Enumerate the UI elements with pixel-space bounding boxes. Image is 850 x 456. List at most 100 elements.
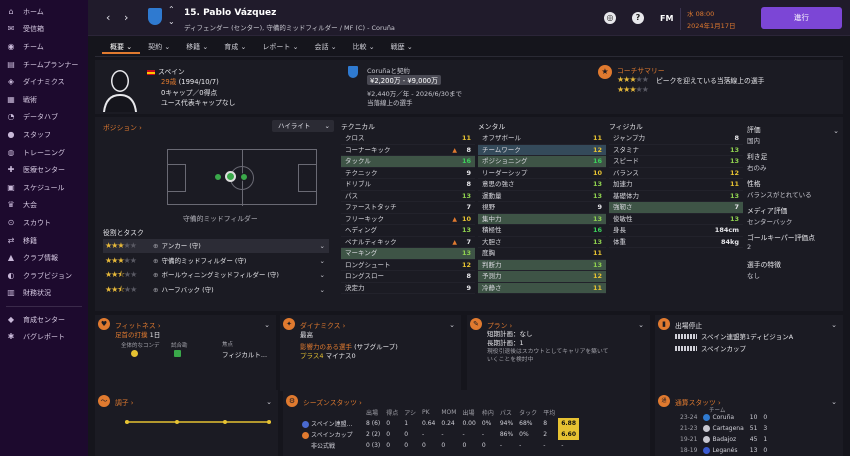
highlight-select[interactable]: ハイライト ⌄ — [272, 120, 334, 132]
traits-label[interactable]: 選手の特徴 — [747, 259, 839, 269]
chevron-down-icon[interactable]: ⌄ — [833, 127, 839, 135]
attribute-row[interactable]: スピード 13 — [609, 156, 743, 168]
chevron-down-icon[interactable]: ⌄ — [320, 268, 325, 282]
sidebar-item-medical[interactable]: ✚ 医療センター — [0, 161, 88, 179]
chevron-down-icon[interactable]: ⌄ — [266, 398, 272, 406]
forward-arrow-icon[interactable]: › — [124, 11, 128, 24]
attribute-row[interactable]: スタミナ 13 — [609, 145, 743, 156]
role-row[interactable]: ★★⯪★★ ⊕ ハーフバック (守) ⌄ — [103, 283, 329, 297]
attribute-row[interactable]: 度胸 11 — [478, 248, 606, 260]
table-row[interactable]: 非公式戦 0 (3) 0 0 0 0 0 0 - - - - — [299, 440, 579, 451]
sidebar-item-planner[interactable]: ▤ チームプランナー — [0, 56, 88, 74]
fm-logo[interactable]: FM — [660, 14, 673, 23]
table-row[interactable]: 21-23 Cartagena 51 3 — [677, 423, 770, 434]
sidebar-item-inbox[interactable]: ✉ 受信箱 — [0, 21, 88, 39]
sidebar-item-tactics[interactable]: ▦ 戦術 — [0, 91, 88, 109]
attribute-row[interactable]: リーダーシップ 10 — [478, 168, 606, 179]
attribute-row[interactable]: フリーキック ▲ 10 — [341, 214, 475, 225]
attribute-row[interactable]: クロス 11 — [341, 133, 475, 145]
back-arrow-icon[interactable]: ‹ — [106, 11, 110, 24]
table-row[interactable]: 23-24 Coruña 10 0 — [677, 412, 770, 423]
role-row[interactable]: ★★★★★ ⊕ 守備的ミッドフィルダー (守) ⌄ — [103, 254, 329, 268]
sidebar-item-club-vision[interactable]: ◐ クラブビジョン — [0, 267, 88, 285]
attribute-row[interactable]: テクニック 9 — [341, 168, 475, 179]
sidebar-item-development[interactable]: ◆ 育成センター — [0, 311, 88, 329]
sidebar-item-trophy[interactable]: ♛ 大会 — [0, 197, 88, 215]
attribute-row[interactable]: バランス 12 — [609, 168, 743, 179]
attribute-row[interactable]: ヘディング 13 — [341, 225, 475, 237]
position-title[interactable]: ポジション › — [103, 122, 142, 132]
attribute-row[interactable]: 強靭さ 7 — [609, 202, 743, 214]
chevron-up-icon[interactable]: ⌃ — [168, 5, 175, 14]
sidebar-item-schedule[interactable]: ▣ スケジュール — [0, 179, 88, 197]
table-row[interactable]: 19-21 Badajoz 45 1 — [677, 434, 770, 445]
attribute-row[interactable]: ドリブル 8 — [341, 179, 475, 191]
role-row[interactable]: ★★★★★ ⊕ アンカー (守) ⌄ — [103, 239, 329, 253]
tab-7[interactable]: 戦歴 ⌄ — [383, 40, 421, 54]
sidebar-item-club-info[interactable]: ▲ クラブ情報 — [0, 249, 88, 267]
attribute-row[interactable]: マーキング 13 — [341, 248, 475, 260]
chevron-down-icon[interactable]: ⌄ — [449, 321, 455, 329]
sidebar-item-transfer[interactable]: ⇄ 移籍 — [0, 232, 88, 250]
attribute-row[interactable]: コーナーキック ▲ 8 — [341, 145, 475, 156]
table-row[interactable]: スペイン連盟... 8 (6) 0 1 0.64 0.24 0.00 0% 94% 68% 8 6.8… — [299, 418, 580, 429]
attribute-row[interactable]: 基礎体力 13 — [609, 191, 743, 202]
chevron-down-icon[interactable]: ⌄ — [320, 239, 325, 253]
chevron-down-icon[interactable]: ⌄ — [264, 321, 270, 329]
attribute-row[interactable]: ロングスロー 8 — [341, 271, 475, 283]
attribute-row[interactable]: 大胆さ 13 — [478, 237, 606, 248]
attribute-row[interactable]: チームワーク 12 — [478, 144, 606, 156]
sidebar-item-bug-report[interactable]: ✱ バグレポート — [0, 329, 88, 347]
chevron-down-icon[interactable]: ⌄ — [831, 321, 837, 329]
attribute-row[interactable]: パス 13 — [341, 191, 475, 202]
sidebar-item-training[interactable]: ◍ トレーニング — [0, 144, 88, 162]
attribute-row[interactable]: 運動量 13 — [478, 191, 606, 202]
tab-5[interactable]: 会話 ⌄ — [306, 40, 344, 54]
attribute-row[interactable]: ファーストタッチ 7 — [341, 202, 475, 214]
football-icon[interactable]: ◎ — [604, 12, 616, 24]
sidebar-item-data-hub[interactable]: ◔ データハブ — [0, 109, 88, 127]
attribute-row[interactable]: 決定力 9 — [341, 283, 475, 294]
attribute-row[interactable]: 俊敏性 13 — [609, 214, 743, 225]
tab-1[interactable]: 契約 ⌄ — [140, 40, 178, 54]
attribute-row[interactable]: ポジショニング 16 — [478, 156, 606, 168]
attribute-row[interactable]: 積極性 16 — [478, 225, 606, 237]
sidebar-item-staff[interactable]: ● スタッフ — [0, 126, 88, 144]
attribute-row[interactable]: タックル 16 — [341, 156, 475, 168]
chevron-down-icon[interactable]: ⌄ — [320, 283, 325, 297]
table-row[interactable]: 18-19 Leganés 13 0 — [677, 445, 770, 456]
proceed-button[interactable]: 進行 — [761, 7, 842, 29]
sidebar-item-finance[interactable]: ▥ 財務状況 — [0, 285, 88, 303]
help-icon[interactable]: ? — [632, 12, 644, 24]
tab-0[interactable]: 概要 ⌄ — [102, 40, 141, 54]
tab-4[interactable]: レポート ⌄ — [254, 40, 306, 54]
attribute-row[interactable]: 冷静さ 11 — [478, 282, 606, 294]
sidebar-item-dynamics[interactable]: ◈ ダイナミクス — [0, 73, 88, 91]
sidebar-item-team[interactable]: ◉ チーム — [0, 38, 88, 56]
attribute-value: 8 — [734, 134, 739, 142]
sidebar-item-scout[interactable]: ⊙ スカウト — [0, 214, 88, 232]
attribute-row[interactable]: 加速力 11 — [609, 179, 743, 191]
role-row[interactable]: ★★⯪★★ ⊕ ボールウィニングミッドフィルダー (守) ⌄ — [103, 268, 329, 282]
attribute-row[interactable]: 予測力 12 — [478, 271, 606, 283]
chevron-down-icon[interactable]: ⌄ — [320, 254, 325, 268]
attribute-row[interactable]: 意思の強さ 13 — [478, 179, 606, 191]
season-stats-title[interactable]: シーズンスタッツ › — [303, 397, 362, 407]
chevron-down-icon[interactable]: ⌄ — [638, 321, 644, 329]
attribute-row[interactable]: 視野 9 — [478, 202, 606, 214]
attribute-row[interactable]: ジャンプ力 8 — [609, 133, 743, 145]
table-row[interactable]: スペインカップ 2 (2) 0 0 - - - - 86% 0% 2 6.60 — [299, 429, 580, 440]
attribute-row[interactable]: ペナルティキック ▲ 7 — [341, 237, 475, 248]
form-title[interactable]: 調子 › — [115, 397, 133, 407]
tab-6[interactable]: 比較 ⌄ — [345, 40, 383, 54]
attribute-row[interactable]: ロングシュート 12 — [341, 260, 475, 271]
sidebar-item-home[interactable]: ⌂ ホーム — [0, 3, 88, 21]
tab-2[interactable]: 移籍 ⌄ — [178, 40, 216, 54]
attribute-row[interactable]: 判断力 13 — [478, 259, 606, 271]
attribute-row[interactable]: オフザボール 11 — [478, 133, 606, 145]
chevron-down-icon[interactable]: ⌄ — [168, 17, 175, 26]
tab-3[interactable]: 育成 ⌄ — [216, 40, 254, 54]
date-box[interactable]: 水 08:00 2024年1月17日 — [680, 8, 754, 30]
attribute-row[interactable]: 集中力 13 — [478, 213, 606, 225]
chevron-down-icon[interactable]: ⌄ — [831, 398, 837, 406]
